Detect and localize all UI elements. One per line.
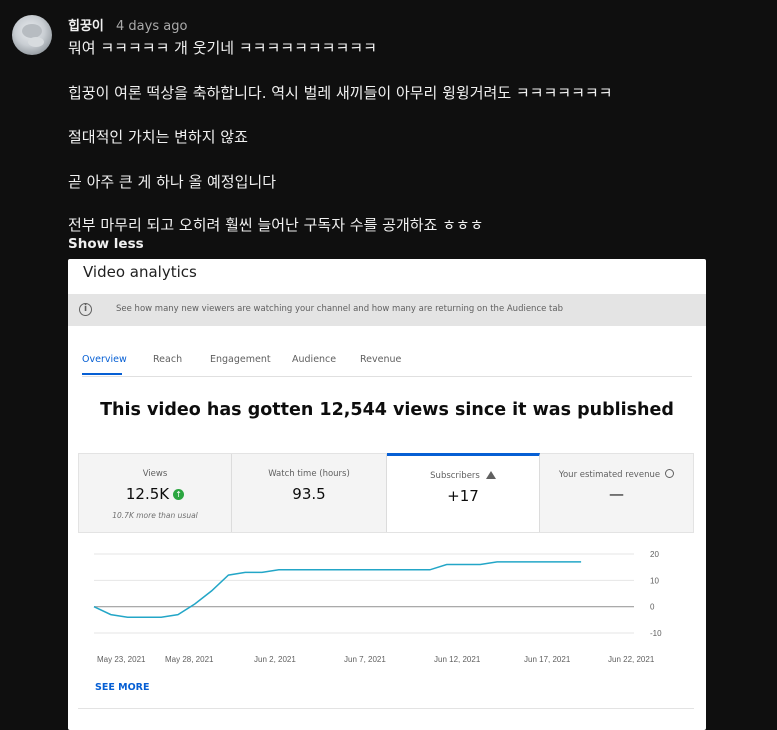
show-less-button[interactable]: Show less xyxy=(68,236,144,252)
divider xyxy=(82,376,692,377)
metric-label-text: Your estimated revenue xyxy=(558,470,661,480)
panel-title: Video analytics xyxy=(83,263,197,281)
clock-icon xyxy=(665,469,675,478)
avatar[interactable] xyxy=(12,15,52,55)
series-line xyxy=(93,561,582,618)
author-name[interactable]: 힙꿍이 xyxy=(68,19,104,34)
tab-overview[interactable]: Overview xyxy=(82,354,127,365)
metric-card-views[interactable]: Views 12.5K ↑ 10.7K more than usual xyxy=(79,454,232,532)
metric-label: Subscribers xyxy=(387,471,539,481)
metric-label: Views xyxy=(142,469,168,479)
comment-line: 전부 마무리 되고 오히려 훨씬 늘어난 구독자 수를 공개하죠 ㅎㅎㅎ xyxy=(68,216,484,234)
metric-value-text: 12.5K xyxy=(125,485,170,503)
y-tick-label: -10 xyxy=(650,629,662,638)
x-tick-label: Jun 12, 2021 xyxy=(434,655,481,664)
tab-reach[interactable]: Reach xyxy=(153,354,182,365)
metric-value: +17 xyxy=(447,487,479,505)
info-icon: i xyxy=(79,303,92,316)
headline: This video has gotten 12,544 views since… xyxy=(100,400,674,420)
active-tab-indicator xyxy=(82,373,122,375)
metric-label: Watch time (hours) xyxy=(268,469,350,479)
subscribers-chart: 20 10 0 -10 May 23, 2021 May 28, 2021 Jun 2, 2… xyxy=(93,550,662,664)
comment-line: 절대적인 가치는 변하지 않죠 xyxy=(68,128,248,146)
tab-engagement[interactable]: Engagement xyxy=(210,354,271,365)
x-tick-label: Jun 2, 2021 xyxy=(254,655,296,664)
y-tick-label: 20 xyxy=(650,550,659,559)
y-tick-label: 10 xyxy=(650,576,659,585)
metric-value: 93.5 xyxy=(292,485,326,503)
metric-value: — xyxy=(609,485,624,503)
metric-cards: Views 12.5K ↑ 10.7K more than usual Watch… xyxy=(78,453,694,533)
tab-audience[interactable]: Audience xyxy=(292,354,336,365)
metric-card-revenue[interactable]: Your estimated revenue — xyxy=(540,454,693,532)
metric-card-subscribers[interactable]: Subscribers +17 xyxy=(387,453,540,532)
avatar-shape xyxy=(28,37,44,47)
metric-card-watch-time[interactable]: Watch time (hours) 93.5 xyxy=(232,454,387,532)
y-tick-label: 0 xyxy=(650,603,655,612)
arrow-up-icon: ↑ xyxy=(173,489,185,500)
info-banner: i See how many new viewers are watching … xyxy=(68,294,706,326)
divider xyxy=(78,708,694,709)
comment-line: 힙꿍이 여론 떡상을 축하합니다. 역시 벌레 새끼들이 아무리 윙윙거려도 ㅋ… xyxy=(68,84,613,102)
metric-label: Your estimated revenue xyxy=(540,469,693,480)
comment-line: 뭐여 ㅋㅋㅋㅋㅋ 개 웃기네 ㅋㅋㅋㅋㅋㅋㅋㅋㅋㅋ xyxy=(68,39,377,57)
comment-line: 곧 아주 큰 게 하나 올 예정입니다 xyxy=(68,173,277,191)
metric-label-text: Subscribers xyxy=(430,471,480,481)
comment-time[interactable]: 4 days ago xyxy=(116,19,187,34)
tab-revenue[interactable]: Revenue xyxy=(360,354,401,365)
x-tick-label: May 28, 2021 xyxy=(165,655,214,664)
avatar-shape xyxy=(22,24,42,38)
comment-header: 힙꿍이 4 days ago xyxy=(68,15,187,34)
metric-value: 12.5K ↑ xyxy=(79,485,231,503)
info-text: See how many new viewers are watching yo… xyxy=(116,304,563,314)
metric-subtext: 10.7K more than usual xyxy=(112,511,198,520)
see-more-link[interactable]: SEE MORE xyxy=(95,682,149,693)
x-tick-label: Jun 17, 2021 xyxy=(524,655,571,664)
warning-icon xyxy=(485,471,496,479)
x-tick-label: May 23, 2021 xyxy=(97,655,146,664)
x-tick-label: Jun 22, 2021 xyxy=(608,655,655,664)
x-tick-label: Jun 7, 2021 xyxy=(344,655,386,664)
analytics-screenshot: Video analytics i See how many new viewe… xyxy=(68,259,706,730)
analytics-tabs: Overview Reach Engagement Audience Reven… xyxy=(68,354,706,378)
